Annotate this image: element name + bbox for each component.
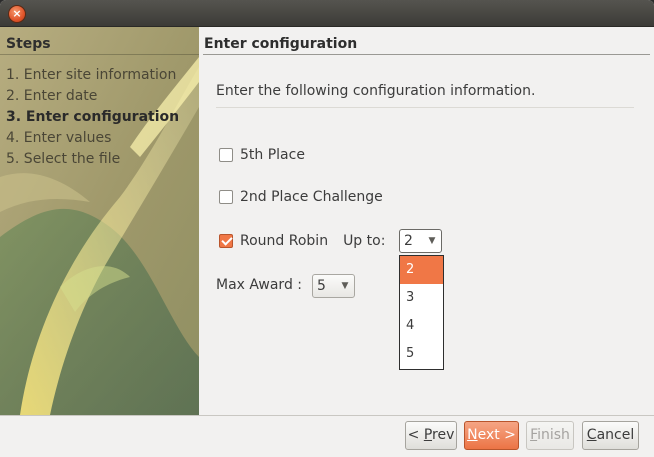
steps-sidebar: Steps 1. Enter site information 2. Enter…	[0, 27, 199, 415]
dropdown-option[interactable]: 3	[400, 284, 443, 312]
step-item: 2. Enter date	[6, 88, 98, 104]
prev-mnemonic: P	[423, 427, 433, 443]
title-divider	[203, 54, 650, 55]
finish-rest: inish	[537, 427, 570, 443]
cancel-mnemonic: C	[586, 427, 597, 443]
title-bar: ×	[0, 0, 654, 27]
wizard-window: × Steps 1. Enter site information 2. Ent…	[0, 0, 654, 457]
up-to-select[interactable]: 2 ▼	[399, 229, 442, 253]
up-to-value: 2	[404, 233, 413, 249]
config-panel: Enter configuration Enter the following …	[199, 27, 654, 415]
round-robin-option[interactable]: Round Robin Up to:	[219, 231, 385, 251]
up-to-dropdown-list: 2 3 4 5	[399, 255, 444, 370]
sidebar-divider	[0, 54, 199, 55]
cancel-rest: ancel	[596, 427, 635, 443]
prev-prefix: <	[407, 427, 424, 443]
fifth-place-label: 5th Place	[240, 147, 305, 163]
cancel-button[interactable]: Cancel	[582, 421, 639, 450]
max-award-label: Max Award :	[216, 277, 302, 293]
max-award-value: 5	[317, 278, 326, 294]
close-icon: ×	[12, 7, 22, 20]
dropdown-option[interactable]: 5	[400, 340, 443, 368]
step-item: 4. Enter values	[6, 130, 112, 146]
fifth-place-checkbox[interactable]	[219, 148, 233, 162]
prev-button[interactable]: < Prev	[405, 421, 457, 450]
round-robin-label: Round Robin	[240, 233, 329, 249]
second-place-challenge-checkbox[interactable]	[219, 190, 233, 204]
round-robin-checkbox[interactable]	[219, 234, 233, 248]
steps-list: 1. Enter site information 2. Enter date …	[6, 65, 179, 170]
finish-button[interactable]: Finish	[526, 421, 574, 450]
button-bar: < Prev Next > Finish Cancel	[0, 416, 654, 457]
next-button[interactable]: Next >	[464, 421, 519, 450]
chevron-down-icon: ▼	[428, 236, 436, 246]
next-rest: ext >	[477, 427, 516, 443]
dropdown-option[interactable]: 2	[400, 256, 443, 284]
next-mnemonic: N	[467, 427, 478, 443]
step-item: 5. Select the file	[6, 151, 121, 167]
page-title: Enter configuration	[204, 36, 358, 52]
chevron-down-icon: ▼	[341, 281, 349, 291]
intro-divider	[216, 107, 634, 108]
fifth-place-option[interactable]: 5th Place	[219, 145, 305, 165]
prev-rest: rev	[432, 427, 455, 443]
close-button[interactable]: ×	[8, 5, 26, 23]
max-award-select[interactable]: 5 ▼	[312, 274, 355, 298]
step-item-active: 3. Enter configuration	[6, 109, 180, 125]
second-place-challenge-option[interactable]: 2nd Place Challenge	[219, 187, 383, 207]
steps-header: Steps	[6, 36, 51, 52]
up-to-label: Up to:	[343, 233, 386, 249]
second-place-challenge-label: 2nd Place Challenge	[240, 189, 383, 205]
step-item: 1. Enter site information	[6, 67, 177, 83]
dropdown-option[interactable]: 4	[400, 312, 443, 340]
intro-text: Enter the following configuration inform…	[216, 83, 536, 99]
